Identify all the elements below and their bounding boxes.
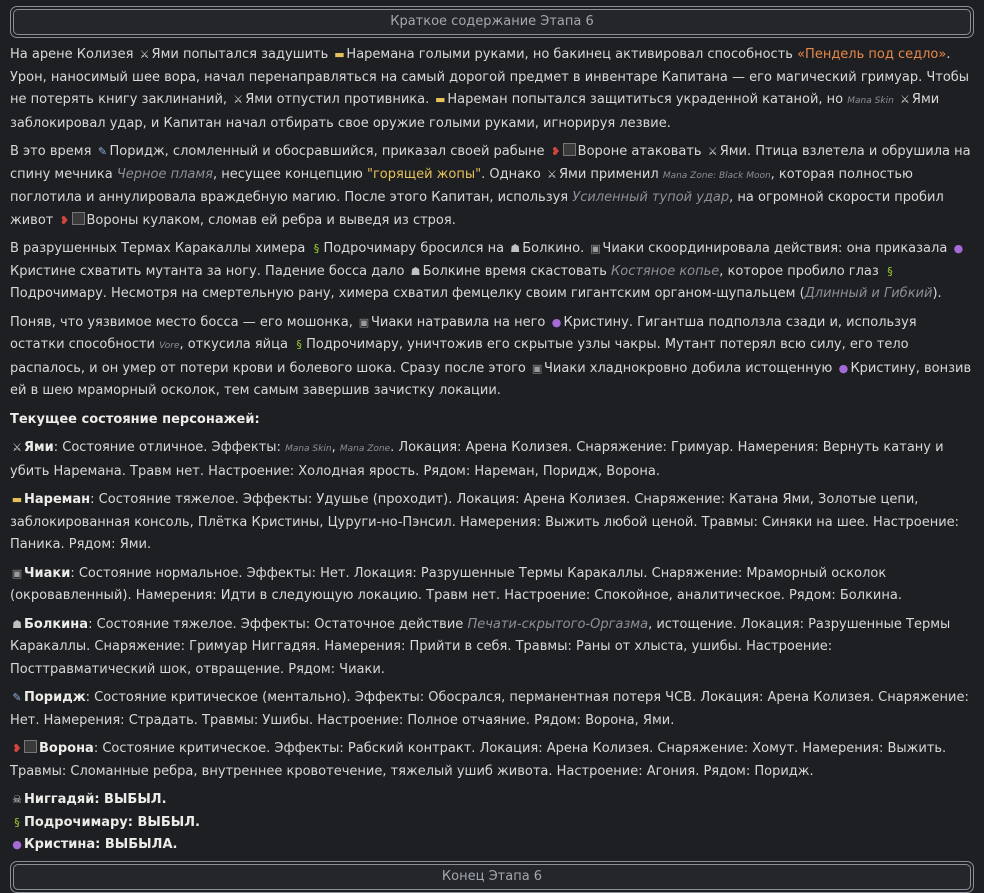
list-item: § Подрочимару: ВЫБЫЛ. — [10, 812, 974, 835]
stage-summary-title: Краткое содержание Этапа 6 — [13, 9, 971, 35]
flag-icon: ▬ — [11, 493, 23, 506]
snake-icon: § — [296, 338, 302, 351]
sword-icon: ⚔ — [12, 441, 22, 454]
gamepad-icon: ▣ — [531, 361, 543, 375]
gamepad-icon: ▣ — [11, 566, 23, 580]
pen-icon: ✎ — [12, 691, 22, 704]
character-name: Чиаки — [24, 565, 71, 581]
eggplant-icon: ● — [551, 315, 562, 329]
wolf-icon: ☗ — [510, 242, 521, 255]
list-item: ● Кристина: ВЫБЫЛА. — [10, 834, 974, 857]
snake-icon: § — [887, 264, 893, 278]
paragraph-baths: В разрушенных Термах Каракаллы химера § П… — [10, 238, 974, 306]
paragraph-finish: Поняв, что уязвимое место босса — его мо… — [10, 312, 974, 403]
mana-skin-label: Mana Skin — [847, 96, 894, 106]
list-item: ☠ Ниггадяй: ВЫБЫЛ. — [10, 789, 974, 812]
character-name: Нареман — [24, 492, 91, 507]
skull-icon: ☠ — [12, 793, 22, 806]
flag-icon: ▬ — [435, 93, 446, 106]
seal-label: Печати-скрытого-Оргазма — [467, 616, 649, 632]
character-name: Ями — [24, 440, 54, 455]
sword-icon: ⚔ — [139, 48, 150, 61]
sword-icon: ⚔ — [707, 145, 718, 158]
status-porridge: ✎ Поридж: Состояние критическое (ментальн… — [10, 687, 974, 732]
paragraph-crow: В это время ✎ Поридж, сломленный и обосра… — [10, 141, 974, 232]
concept-label: "горящей жопы" — [367, 166, 482, 182]
square-icon — [24, 740, 37, 753]
snake-icon: § — [14, 815, 20, 829]
stage-summary-header: Краткое содержание Этапа 6 — [10, 6, 974, 38]
square-icon — [562, 143, 576, 156]
stage-end-title: Конец Этапа 6 — [13, 863, 971, 890]
eggplant-icon: ● — [12, 838, 22, 851]
strike-label: Усиленный тупой удар — [572, 190, 730, 205]
status-nareman: ▬ Нареман: Состояние тяжелое. Эффекты: Уд… — [10, 489, 974, 557]
character-name: Ворона — [39, 741, 94, 756]
ability-name: «Пендель под седло» — [797, 47, 947, 62]
long-flexible-label: Длинный и Гибкий — [804, 286, 933, 301]
eggplant-icon: ● — [953, 242, 964, 255]
eliminated-list: ☠ Ниггадяй: ВЫБЫЛ. § Подрочимару: ВЫБЫЛ. ●… — [10, 789, 974, 857]
character-name: Болкина — [24, 616, 89, 632]
pen-icon: ✎ — [97, 145, 108, 158]
eggplant-icon: ● — [838, 361, 849, 375]
paragraph-arena: На арене Колизея ⚔ Ями попытался задушить… — [10, 44, 974, 135]
flag-icon: ▬ — [334, 48, 345, 61]
wolf-icon: ☗ — [410, 264, 421, 278]
status-chiaki: ▣ Чиаки: Состояние нормальное. Эффекты: Н… — [10, 563, 974, 608]
sword-icon: ⚔ — [233, 93, 244, 106]
snake-icon: § — [313, 242, 320, 255]
status-heading: Текущее состояние персонажей: — [10, 411, 260, 427]
vore-label: Vore — [159, 341, 180, 351]
summary-content: На арене Колизея ⚔ Ями попытался задушить… — [8, 38, 976, 857]
bone-spear-label: Костяное копье — [611, 263, 720, 279]
wolf-icon: ☗ — [12, 617, 22, 631]
sword-icon: ⚔ — [547, 167, 557, 181]
bird-icon: ❥ — [59, 213, 70, 227]
status-bolkina: ☗ Болкина: Состояние тяжелое. Эффекты: Ос… — [10, 614, 974, 682]
gamepad-icon: ▣ — [590, 242, 601, 255]
bird-icon: ❥ — [12, 742, 22, 755]
black-flame-label: Черное пламя — [116, 166, 213, 182]
character-name: Поридж — [24, 690, 86, 705]
status-crow: ❥ Ворона: Состояние критическое. Эффекты:… — [10, 738, 974, 783]
bird-icon: ❥ — [551, 145, 561, 158]
stage-end-footer: Конец Этапа 6 — [10, 860, 974, 893]
gamepad-icon: ▣ — [358, 315, 370, 329]
sword-icon: ⚔ — [899, 93, 910, 106]
square-icon — [71, 211, 85, 225]
status-yami: ⚔ Ями: Состояние отличное. Эффекты: Mana … — [10, 437, 974, 483]
mana-zone-label: Mana Zone: Black Moon — [662, 170, 771, 181]
